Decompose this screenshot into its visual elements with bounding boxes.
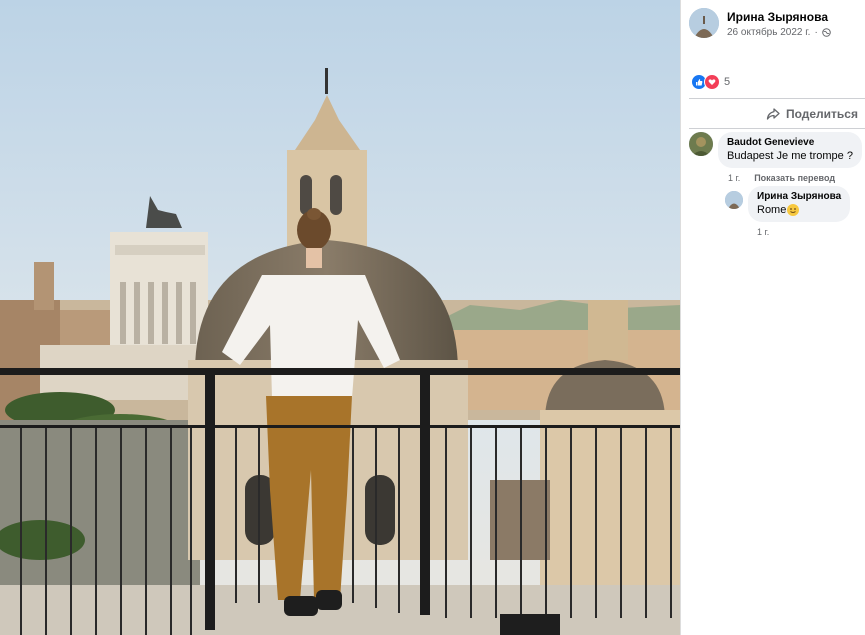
reply-text-row: Rome [757, 204, 841, 216]
post-photo[interactable] [0, 0, 680, 635]
post-meta: 26 октябрь 2022 г. · [727, 27, 831, 38]
reply-bubble: Ирина Зырянова Rome [748, 186, 851, 222]
reply-avatar[interactable] [725, 191, 743, 209]
author-name[interactable]: Ирина Зырянова [727, 10, 831, 24]
globe-icon[interactable] [822, 28, 831, 37]
post-date[interactable]: 26 октябрь 2022 г. [727, 27, 810, 38]
comment: Baudot Genevieve Budapest Je me trompe ? [689, 132, 862, 168]
see-translation-link[interactable]: Показать перевод [754, 173, 835, 183]
reply-text: Rome [757, 204, 787, 216]
reply-actions: 1 г. [757, 227, 769, 237]
post-sidebar: Ирина Зырянова 26 октябрь 2022 г. · 5 По… [680, 0, 865, 635]
comment-age[interactable]: 1 г. [728, 173, 740, 183]
comment-bubble: Baudot Genevieve Budapest Je me trompe ? [718, 132, 862, 168]
reply: Ирина Зырянова Rome [725, 186, 851, 222]
meta-separator: · [814, 27, 818, 38]
comment-actions: 1 г. Показать перевод [728, 173, 835, 183]
share-label: Поделиться [785, 107, 858, 121]
commenter-avatar[interactable] [689, 132, 713, 156]
comment-author[interactable]: Baudot Genevieve [727, 137, 853, 148]
reactions-summary[interactable]: 5 [691, 74, 730, 90]
smiling-face-emoji [787, 204, 800, 216]
share-button[interactable]: Поделиться [681, 104, 865, 124]
reply-age[interactable]: 1 г. [757, 227, 769, 237]
rome-rooftop-photo [0, 0, 680, 635]
reply-author[interactable]: Ирина Зырянова [757, 191, 841, 202]
reaction-count: 5 [724, 76, 731, 88]
divider [689, 128, 865, 129]
author-avatar[interactable] [689, 8, 719, 38]
love-icon [704, 74, 720, 90]
divider [689, 98, 865, 99]
comment-text: Budapest Je me trompe ? [727, 150, 853, 162]
post-header: Ирина Зырянова 26 октябрь 2022 г. · [689, 8, 831, 38]
share-icon [766, 108, 780, 120]
